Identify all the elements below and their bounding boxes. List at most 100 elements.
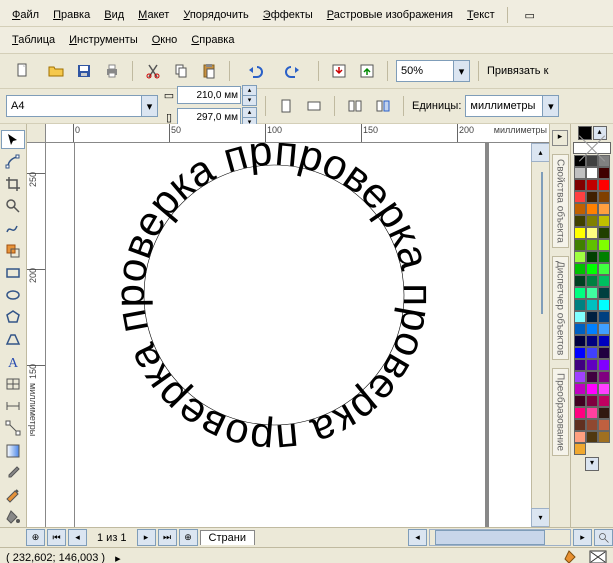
table-tool[interactable] <box>1 374 25 393</box>
freehand-tool[interactable] <box>1 219 25 238</box>
prev-page-button[interactable]: ◂ <box>68 529 87 546</box>
color-swatch[interactable] <box>598 347 610 359</box>
menu-effects[interactable]: Эффекты <box>257 7 319 23</box>
palette-menu-button[interactable] <box>578 126 592 140</box>
color-swatch[interactable] <box>586 407 598 419</box>
menu-bitmaps[interactable]: Растровые изображения <box>321 7 459 23</box>
menu-view[interactable]: Вид <box>98 7 130 23</box>
color-swatch[interactable] <box>574 287 586 299</box>
color-swatch[interactable] <box>598 191 610 203</box>
export-button[interactable] <box>355 59 379 83</box>
color-swatch[interactable] <box>598 179 610 191</box>
menu-help[interactable]: Справка <box>185 32 240 48</box>
open-button[interactable] <box>44 59 68 83</box>
color-swatch[interactable] <box>586 299 598 311</box>
color-swatch[interactable] <box>598 371 610 383</box>
color-swatch[interactable] <box>574 263 586 275</box>
color-swatch[interactable] <box>574 419 586 431</box>
color-swatch[interactable] <box>586 191 598 203</box>
outline-indicator-icon[interactable] <box>589 550 607 563</box>
color-swatch[interactable] <box>586 215 598 227</box>
color-swatch[interactable] <box>574 407 586 419</box>
color-swatch[interactable] <box>586 311 598 323</box>
color-swatch[interactable] <box>574 215 586 227</box>
color-swatch[interactable] <box>586 263 598 275</box>
color-swatch[interactable] <box>598 395 610 407</box>
color-swatch[interactable] <box>598 239 610 251</box>
zoom-navigator-button[interactable] <box>594 529 613 546</box>
cut-button[interactable] <box>141 59 165 83</box>
color-swatch[interactable] <box>574 275 586 287</box>
color-swatch[interactable] <box>586 287 598 299</box>
canvas[interactable]: проверка проверка проверка проверка пров… <box>46 143 531 527</box>
add-page-after-button[interactable]: ⊕ <box>179 529 198 546</box>
color-swatch[interactable] <box>586 383 598 395</box>
color-swatch[interactable] <box>574 251 586 263</box>
color-swatch[interactable] <box>574 359 586 371</box>
color-swatch[interactable] <box>598 359 610 371</box>
color-swatch[interactable] <box>598 227 610 239</box>
import-button[interactable] <box>327 59 351 83</box>
copy-button[interactable] <box>169 59 193 83</box>
snap-to-label[interactable]: Привязать к <box>487 65 548 77</box>
horizontal-ruler[interactable]: миллиметры 050100150200 <box>45 124 549 143</box>
color-swatch[interactable] <box>574 311 586 323</box>
color-swatch[interactable] <box>574 203 586 215</box>
color-swatch[interactable] <box>574 299 586 311</box>
redo-button[interactable] <box>276 59 310 83</box>
palette-up-button[interactable]: ▴ <box>593 126 607 140</box>
color-swatch[interactable] <box>586 359 598 371</box>
color-swatch[interactable] <box>598 275 610 287</box>
color-swatch[interactable] <box>586 227 598 239</box>
chevron-down-icon[interactable]: ▾ <box>453 61 469 81</box>
color-swatch[interactable] <box>586 323 598 335</box>
interactive-tool[interactable] <box>1 441 25 460</box>
current-page-button[interactable] <box>371 94 395 118</box>
color-swatch[interactable] <box>574 443 586 455</box>
minimize-sidebar-button[interactable]: ▭ <box>518 3 542 27</box>
menu-tools[interactable]: Инструменты <box>63 32 144 48</box>
paste-button[interactable] <box>197 59 221 83</box>
color-swatch[interactable] <box>598 431 610 443</box>
color-swatch[interactable] <box>586 251 598 263</box>
color-swatch[interactable] <box>598 383 610 395</box>
artwork-text-on-path[interactable]: проверка проверка проверка проверка пров… <box>104 143 444 465</box>
color-swatch[interactable] <box>598 215 610 227</box>
color-swatch[interactable] <box>574 179 586 191</box>
rectangle-tool[interactable] <box>1 263 25 282</box>
color-swatch[interactable] <box>574 395 586 407</box>
shape-tool[interactable] <box>1 152 25 171</box>
color-swatch[interactable] <box>598 299 610 311</box>
color-swatch[interactable] <box>586 371 598 383</box>
palette-down-button[interactable]: ▾ <box>585 457 599 471</box>
color-swatch[interactable] <box>574 383 586 395</box>
ruler-origin[interactable] <box>27 124 46 143</box>
color-swatch[interactable] <box>598 419 610 431</box>
smart-fill-tool[interactable] <box>1 241 25 260</box>
scroll-thumb[interactable] <box>541 172 543 314</box>
paper-size-combo[interactable]: A4 ▾ <box>6 95 158 117</box>
color-swatch[interactable] <box>586 335 598 347</box>
color-swatch[interactable] <box>598 323 610 335</box>
save-button[interactable] <box>72 59 96 83</box>
color-swatch[interactable] <box>598 167 610 179</box>
menu-window[interactable]: Окно <box>146 32 184 48</box>
chevron-down-icon[interactable]: ▾ <box>542 96 558 116</box>
landscape-button[interactable] <box>302 94 326 118</box>
color-swatch[interactable] <box>586 239 598 251</box>
crop-tool[interactable] <box>1 174 25 193</box>
menu-text[interactable]: Текст <box>461 7 501 23</box>
units-combo[interactable]: миллиметры ▾ <box>465 95 559 117</box>
hscroll-right-button[interactable]: ▸ <box>573 529 592 546</box>
all-pages-button[interactable] <box>343 94 367 118</box>
menu-file[interactable]: Файл <box>6 7 45 23</box>
color-swatch[interactable] <box>598 407 610 419</box>
page-tab[interactable]: Страни <box>200 530 255 545</box>
zoom-combo[interactable]: 50% ▾ <box>396 60 470 82</box>
color-swatch[interactable] <box>586 419 598 431</box>
spin-up-button[interactable]: ▴ <box>242 85 257 95</box>
menu-edit[interactable]: Правка <box>47 7 96 23</box>
page-width-input[interactable] <box>177 86 241 104</box>
color-swatch[interactable] <box>574 227 586 239</box>
color-swatch[interactable] <box>574 431 586 443</box>
